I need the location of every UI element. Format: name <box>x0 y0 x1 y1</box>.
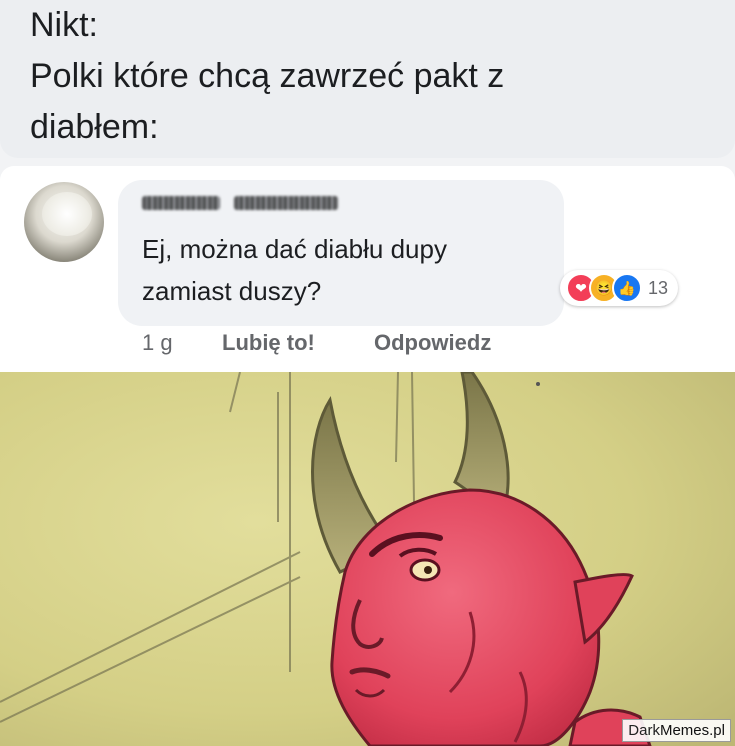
post-line-1: Nikt: <box>30 6 98 44</box>
like-icon: 👍 <box>612 273 642 303</box>
comment-actions: 1 g Lubię to! Odpowiedz <box>142 330 491 356</box>
comment-line-2: zamiast duszy? <box>142 276 322 306</box>
reply-button[interactable]: Odpowiedz <box>374 330 491 356</box>
comment-line-1: Ej, można dać diabłu dupy <box>142 234 447 264</box>
post-line-2: Polki które chcą zawrzeć pakt z <box>30 57 505 95</box>
comment-text: Ej, można dać diabłu dupy zamiast duszy? <box>142 228 447 312</box>
like-button[interactable]: Lubię to! <box>222 330 374 356</box>
devil-illustration <box>0 372 735 746</box>
author-name-redacted[interactable] <box>142 196 338 210</box>
blurred-name-part <box>234 196 338 210</box>
comment-timestamp[interactable]: 1 g <box>142 330 222 356</box>
blurred-name-part <box>142 196 220 210</box>
post-line-3: diabłem: <box>30 108 159 146</box>
post-text: Nikt: Polki które chcą zawrzeć pakt z di… <box>30 0 504 153</box>
avatar[interactable] <box>24 182 104 262</box>
watermark: DarkMemes.pl <box>622 719 731 742</box>
watermark-part-2: Memes.pl <box>659 722 725 739</box>
reactions-summary[interactable]: ❤ 😆 👍 13 <box>560 270 679 306</box>
watermark-part-1: Dark <box>628 722 660 739</box>
reaction-count: 13 <box>648 277 669 298</box>
